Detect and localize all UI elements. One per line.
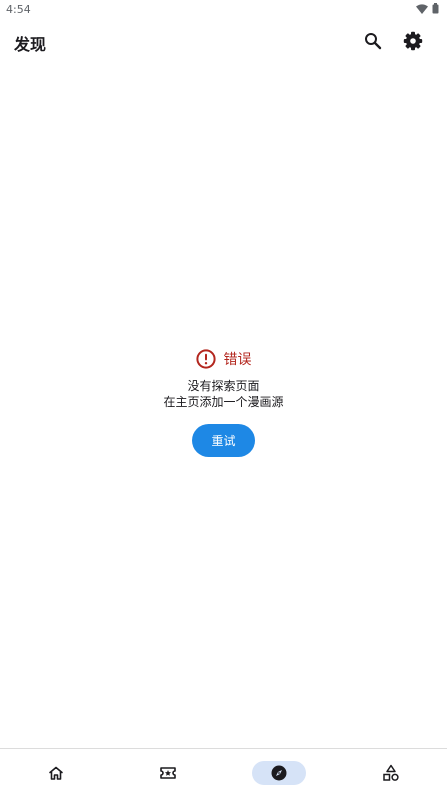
error-header: 错误	[0, 348, 447, 370]
app-bar: 发现	[0, 24, 447, 58]
error-icon	[195, 349, 216, 369]
bottom-nav	[0, 748, 447, 797]
compass-icon	[271, 765, 287, 781]
error-state: 错误 没有探索页面 在主页添加一个漫画源	[0, 348, 447, 410]
error-message: 没有探索页面 在主页添加一个漫画源	[0, 378, 447, 410]
battery-icon	[432, 3, 439, 14]
search-button[interactable]	[360, 28, 386, 54]
ticket-star-icon	[160, 767, 176, 779]
home-icon	[49, 766, 63, 780]
nav-item-updates[interactable]	[141, 761, 195, 785]
status-bar: 4:54	[0, 0, 447, 20]
retry-button[interactable]: 重试	[192, 424, 255, 457]
status-time: 4:54	[6, 3, 31, 16]
page-title: 发现	[14, 35, 47, 54]
shapes-icon	[383, 764, 399, 781]
nav-item-browse[interactable]	[252, 761, 306, 785]
error-title: 错误	[223, 352, 252, 368]
gear-icon	[403, 31, 423, 51]
settings-button[interactable]	[400, 28, 426, 54]
nav-item-home[interactable]	[29, 761, 83, 785]
nav-item-more[interactable]	[364, 761, 418, 785]
error-message-line1: 没有探索页面	[187, 379, 260, 393]
status-icons	[416, 3, 439, 14]
wifi-icon	[416, 3, 428, 14]
search-icon	[365, 33, 382, 50]
error-message-line2: 在主页添加一个漫画源	[163, 395, 284, 409]
